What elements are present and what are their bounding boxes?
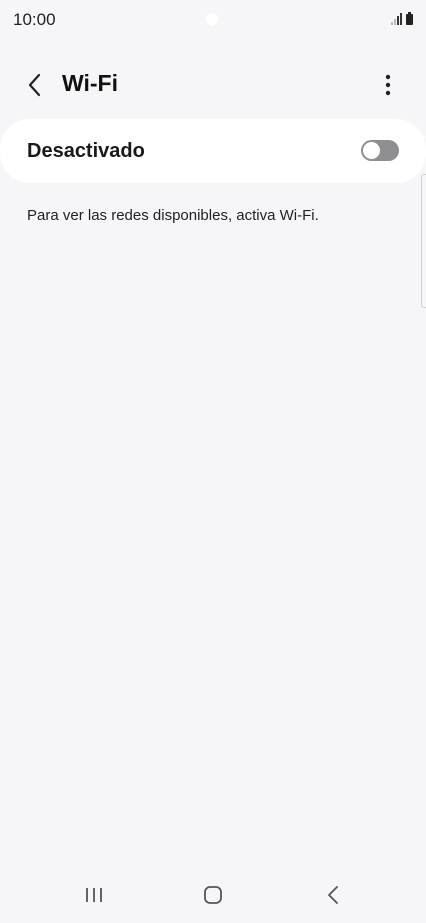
status-time: 10:00 (13, 10, 56, 29)
home-button[interactable] (193, 881, 233, 909)
app-header: Wi-Fi (0, 60, 426, 108)
wifi-status-label: Desactivado (27, 140, 145, 162)
signal-icon (391, 13, 402, 25)
more-vertical-icon (385, 74, 391, 96)
battery-icon (406, 12, 413, 25)
camera-cutout (206, 13, 218, 25)
navigation-bar (0, 867, 426, 923)
toggle-knob (363, 142, 380, 159)
wifi-toggle-card[interactable]: Desactivado (0, 119, 426, 183)
edge-panel-handle[interactable] (421, 174, 426, 308)
more-options-button[interactable] (372, 68, 404, 102)
recent-apps-button[interactable] (74, 881, 114, 909)
home-icon (204, 886, 222, 904)
chevron-left-icon (28, 73, 41, 97)
back-icon (328, 886, 338, 904)
wifi-hint-text: Para ver las redes disponibles, activa W… (27, 207, 319, 224)
wifi-toggle-switch[interactable] (361, 140, 399, 161)
back-button[interactable] (18, 68, 52, 102)
recent-apps-icon (86, 888, 102, 902)
status-icons (391, 12, 413, 25)
nav-back-button[interactable] (313, 881, 353, 909)
status-bar: 10:00 (0, 0, 426, 40)
page-title: Wi-Fi (62, 70, 118, 96)
